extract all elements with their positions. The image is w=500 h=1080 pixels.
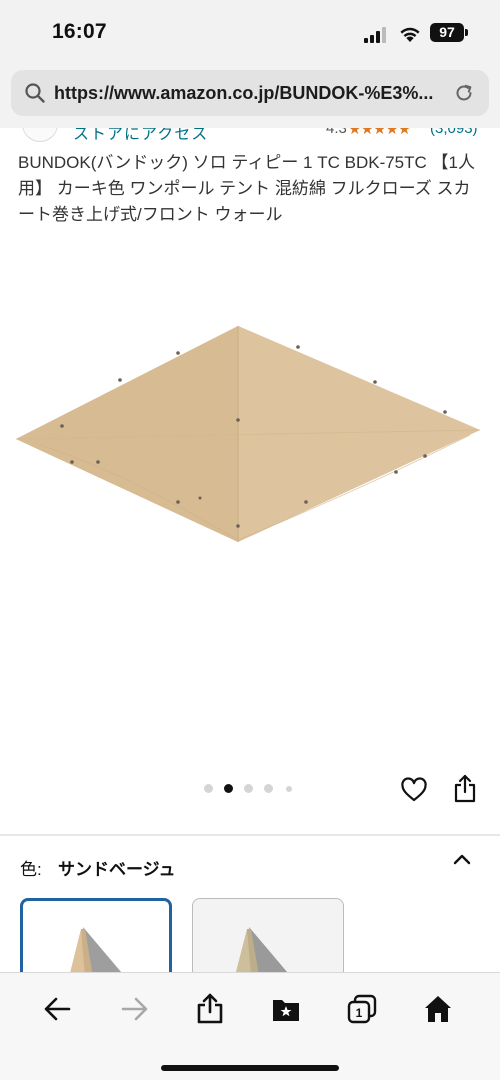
url-text[interactable]: https://www.amazon.co.jp/BUNDOK-%E3%... (54, 83, 454, 104)
carousel-dot[interactable] (264, 784, 273, 793)
share-icon[interactable] (453, 774, 477, 804)
tab-count: 1 (356, 1006, 363, 1020)
search-icon (25, 83, 45, 103)
home-indicator[interactable] (161, 1065, 339, 1071)
cellular-signal-icon (364, 27, 388, 43)
home-icon[interactable] (422, 993, 454, 1025)
browser-address-area: https://www.amazon.co.jp/BUNDOK-%E3%... (0, 66, 500, 128)
wifi-icon (400, 27, 420, 42)
status-bar: 16:07 97 (0, 0, 500, 66)
carousel-dot-active[interactable] (224, 784, 233, 793)
bookmarks-icon[interactable] (270, 993, 302, 1025)
variation-label: 色: (20, 860, 42, 879)
store-row: ストアにアクセス 4.3 ★★★★★ (3,093) (0, 128, 500, 144)
carousel-dot[interactable] (244, 784, 253, 793)
forward-arrow-icon[interactable] (118, 993, 150, 1025)
battery-indicator: 97 (430, 23, 464, 42)
visit-store-link[interactable]: ストアにアクセス (73, 128, 208, 144)
store-logo[interactable] (22, 128, 58, 142)
variation-value: サンドベージュ (58, 860, 176, 879)
reload-icon[interactable] (453, 82, 475, 104)
product-image[interactable] (0, 240, 500, 760)
rating-count-link[interactable]: (3,093) (430, 128, 478, 137)
section-divider (0, 834, 500, 836)
carousel-dot[interactable] (204, 784, 213, 793)
rating-value: 4.3 (326, 128, 347, 137)
browser-toolbar: 1 (0, 972, 500, 1080)
share-icon[interactable] (194, 993, 226, 1025)
status-time: 16:07 (52, 20, 107, 43)
wishlist-heart-icon[interactable] (400, 777, 428, 803)
back-arrow-icon[interactable] (42, 993, 74, 1025)
address-bar[interactable]: https://www.amazon.co.jp/BUNDOK-%E3%... (11, 70, 489, 116)
battery-nub (465, 29, 468, 36)
rating-stars-icon[interactable]: ★★★★★ (348, 128, 411, 138)
tabs-icon[interactable]: 1 (346, 993, 378, 1025)
chevron-up-icon[interactable] (452, 852, 472, 866)
carousel-dot[interactable] (286, 786, 292, 792)
product-title: BUNDOK(バンドック) ソロ ティピー 1 TC BDK-75TC 【1人用… (18, 153, 475, 224)
